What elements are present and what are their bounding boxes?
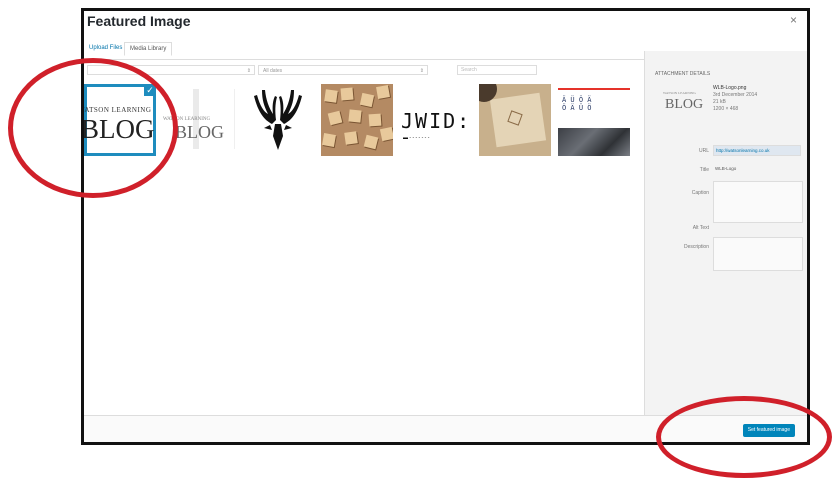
modal-title: Featured Image xyxy=(87,13,191,29)
scrabble-tile xyxy=(376,85,390,99)
tab-media-library[interactable]: Media Library xyxy=(124,42,173,56)
attachment-scrabble-tiles[interactable] xyxy=(321,84,393,156)
scrabble-tile xyxy=(344,131,358,145)
close-icon[interactable]: × xyxy=(790,13,797,27)
date-filter[interactable]: All dates ⇕ xyxy=(258,65,428,75)
attachment-filename: WLB-Logo.png xyxy=(713,85,747,91)
attachment-size: 21 kB xyxy=(713,99,726,105)
scrabble-tile xyxy=(322,133,336,147)
attachment-date: 3rd December 2014 xyxy=(713,92,758,98)
description-field[interactable] xyxy=(713,237,803,271)
scrabble-tile xyxy=(359,92,375,108)
checkmark-icon[interactable]: ✓ xyxy=(144,84,156,96)
title-label: Title xyxy=(699,167,709,173)
attachment-meta: WLB-Logo.png 3rd December 2014 21 kB 120… xyxy=(713,85,757,113)
url-field[interactable]: http://watsonlearning.co.uk xyxy=(713,145,801,156)
attachment-preview: WATSON LEARNING BLOG xyxy=(657,86,707,118)
chevron-down-icon: ⇕ xyxy=(246,68,251,74)
tab-upload-files[interactable]: Upload Files xyxy=(84,42,127,54)
modal-footer: Set featured image xyxy=(84,415,807,442)
deer-antlers-icon xyxy=(254,90,302,150)
attachment-blog-logo-faded[interactable]: WATSON LEARNING BLOG xyxy=(163,84,235,156)
attachment-details-heading: Attachment Details xyxy=(655,71,711,77)
scrabble-tile xyxy=(348,109,362,123)
scrabble-tile xyxy=(324,89,338,103)
attachment-paper-sketch[interactable] xyxy=(479,84,551,156)
caption-field[interactable] xyxy=(713,181,803,223)
jwid-text: JWID: xyxy=(401,109,472,133)
attachment-letter-grid[interactable]: Ä Ü Ö Ä Ö Ä Ü Ö xyxy=(558,84,630,156)
media-modal: Featured Image × Upload Files Media Libr… xyxy=(81,8,810,445)
url-label: URL xyxy=(698,148,709,154)
scrabble-tile xyxy=(363,134,379,150)
title-row: Title WLB-Logo xyxy=(655,164,805,176)
description-label: Description xyxy=(683,244,709,250)
preview-big-text: BLOG xyxy=(665,97,704,112)
stone-texture xyxy=(558,128,630,156)
search-input[interactable]: Search xyxy=(457,65,537,75)
title-field[interactable]: WLB-Logo xyxy=(713,164,801,175)
alt-text-label: Alt Text xyxy=(692,225,709,231)
scrabble-tile xyxy=(327,110,343,126)
media-type-filter[interactable]: ⇕ xyxy=(87,65,255,75)
logo-big-text: BLOG xyxy=(175,122,224,142)
logo-small-text: WATSON LEARNING xyxy=(84,106,152,114)
red-stripe xyxy=(558,88,630,90)
attachment-details-sidebar: Attachment Details WATSON LEARNING BLOG … xyxy=(644,51,807,421)
attachment-jwid-logo[interactable]: JWID: ▬ - - - - - - - xyxy=(400,84,472,156)
set-featured-image-button[interactable]: Set featured image xyxy=(742,424,795,437)
attachment-deer-head[interactable] xyxy=(242,84,314,156)
chevron-down-icon: ⇕ xyxy=(419,68,424,74)
caption-label: Caption xyxy=(691,190,709,196)
scrabble-tile xyxy=(368,113,382,127)
preview-small-text: WATSON LEARNING xyxy=(663,91,696,95)
attachment-blog-logo-selected[interactable]: WATSON LEARNING BLOG ✓ xyxy=(84,84,156,156)
url-row: URL http://watsonlearning.co.uk xyxy=(655,145,805,157)
letter-grid-text: Ä Ü Ö Ä Ö Ä Ü Ö xyxy=(562,96,592,112)
scrabble-tile xyxy=(340,87,354,101)
date-filter-value: All dates xyxy=(263,68,283,74)
logo-big-text: BLOG xyxy=(84,114,155,144)
jwid-dashes: ▬ - - - - - - - xyxy=(403,135,430,141)
alt-text-row: Alt Text xyxy=(655,222,805,234)
attachment-dimensions: 1200 × 468 xyxy=(713,106,739,112)
modal-tabs: Upload Files Media Library xyxy=(84,39,644,60)
scrabble-tile xyxy=(379,126,393,142)
